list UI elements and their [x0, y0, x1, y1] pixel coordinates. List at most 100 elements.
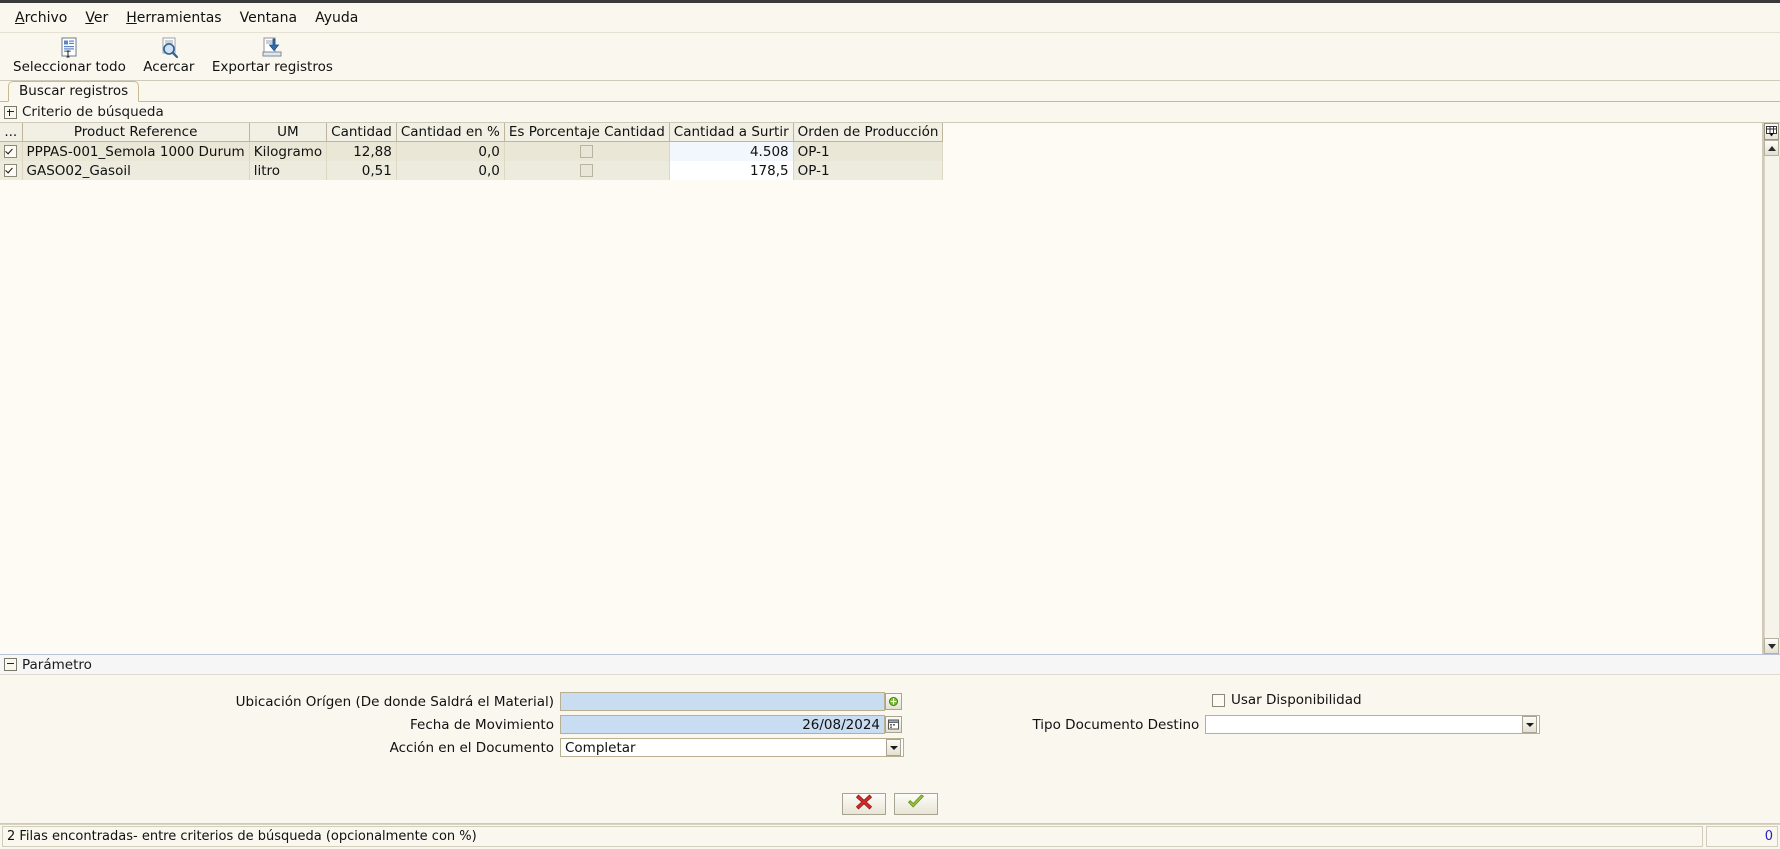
toolbar-label-exportar-registros: Exportar registros [211, 59, 333, 75]
scroll-down-button[interactable] [1764, 638, 1779, 654]
ok-button[interactable] [894, 793, 938, 815]
menu-label-archivo: rchivo [24, 9, 68, 26]
menu-label-ventana: Ventana [239, 9, 298, 26]
input-ubicacion-origen[interactable] [560, 692, 885, 711]
field-fecha-movimiento: Fecha de Movimiento [0, 715, 905, 734]
cell-orden: OP-1 [793, 161, 944, 180]
menu-label-herramientas: erramientas [136, 9, 222, 26]
cancel-icon [854, 792, 874, 816]
cell-es_porcentaje[interactable] [504, 161, 670, 180]
toolbar-label-seleccionar-todo: Seleccionar todo [13, 59, 126, 75]
dialog-button-bar [0, 785, 1780, 824]
criterio-busqueda-label: Criterio de búsqueda [22, 104, 164, 120]
column-header-es_porcentaje[interactable]: Es Porcentaje Cantidad [504, 123, 670, 142]
label-tipo-documento-destino: Tipo Documento Destino [1032, 716, 1200, 733]
records-table: ... Product Reference UM Cantidad Cantidad e… [0, 123, 944, 180]
records-grid-area: ... Product Reference UM Cantidad Cantidad e… [0, 122, 1780, 654]
toolbar-button-seleccionar-todo[interactable]: Seleccionar todo [5, 33, 134, 75]
cell-es_porcentaje[interactable] [504, 141, 670, 161]
tab-strip: Buscar registros [0, 81, 1780, 102]
parametro-title: Parámetro [22, 656, 92, 673]
cell-product: PPPAS-001_Semola 1000 Durum [22, 141, 250, 161]
column-header-orden[interactable]: Orden de Producción [793, 123, 944, 142]
column-header-cantidad[interactable]: Cantidad [326, 123, 397, 142]
table-row[interactable]: GASO02_Gasoil litro 0,51 0,0 178,5 OP-1 [0, 161, 944, 180]
es-porcentaje-checkbox[interactable] [580, 145, 594, 158]
menu-label-ver: er [93, 9, 109, 26]
menu-item-ventana[interactable]: Ventana [231, 7, 307, 29]
grid-vertical-scrollbar[interactable] [1763, 123, 1780, 654]
expand-criterio-icon[interactable] [4, 105, 17, 119]
column-header-sel[interactable]: ... [0, 123, 23, 142]
application-window: Archivo Ver Herramientas Ventana Ayuda S… [0, 0, 1780, 849]
menu-label-ayuda: Ayuda [315, 9, 359, 26]
column-header-um[interactable]: UM [249, 123, 328, 142]
row-select-checkbox[interactable] [4, 164, 18, 177]
cell-cantidad: 0,51 [326, 161, 397, 180]
label-fecha-movimiento: Fecha de Movimiento [409, 716, 554, 733]
row-select-checkbox[interactable] [4, 145, 18, 158]
cell-cantidad_pct: 0,0 [396, 141, 505, 161]
input-fecha-movimiento[interactable] [560, 715, 885, 734]
ok-icon [906, 792, 926, 816]
status-bar: 2 Filas encontradas- entre criterios de … [0, 824, 1780, 849]
zoom-icon [157, 35, 181, 59]
criterio-busqueda-section[interactable]: Criterio de búsqueda [0, 102, 1780, 122]
cell-um: litro [249, 161, 328, 180]
location-picker-button[interactable] [885, 693, 902, 710]
parametro-form: Ubicación Orígen (De donde Saldrá el Mat… [0, 674, 1780, 785]
cell-cantidad_surtir: 178,5 [669, 161, 794, 180]
label-usar-disponibilidad: Usar Disponibilidad [1231, 692, 1362, 708]
field-usar-disponibilidad[interactable]: Usar Disponibilidad [1212, 692, 1362, 708]
chevron-down-icon[interactable] [1522, 716, 1537, 733]
records-grid: ... Product Reference UM Cantidad Cantidad e… [0, 123, 1763, 654]
scroll-up-button[interactable] [1764, 140, 1779, 156]
menu-bar: Archivo Ver Herramientas Ventana Ayuda [0, 3, 1780, 33]
select-tipo-documento-destino[interactable] [1205, 715, 1540, 734]
status-counter: 0 [1706, 826, 1778, 847]
menu-item-ver[interactable]: Ver [76, 7, 117, 29]
es-porcentaje-checkbox[interactable] [580, 164, 594, 177]
label-accion-documento: Acción en el Documento [389, 739, 554, 756]
column-header-product[interactable]: Product Reference [22, 123, 250, 142]
cell-product: GASO02_Gasoil [22, 161, 250, 180]
select-accion-documento[interactable]: Completar [560, 738, 904, 757]
cell-cantidad_surtir: 4.508 [669, 141, 794, 161]
field-accion-documento: Acción en el Documento Completar [0, 738, 905, 757]
cell-cantidad_pct: 0,0 [396, 161, 505, 180]
column-header-cantidad_surtir[interactable]: Cantidad a Surtir [669, 123, 794, 142]
table-row[interactable]: PPPAS-001_Semola 1000 Durum Kilogramo 12,8… [0, 141, 944, 161]
tab-buscar-registros[interactable]: Buscar registros [8, 81, 140, 102]
status-message: 2 Filas encontradas- entre criterios de … [2, 826, 1703, 847]
select-all-icon [57, 35, 81, 59]
label-ubicacion-origen: Ubicación Orígen (De donde Saldrá el Mat… [235, 693, 554, 710]
tab-label-buscar-registros: Buscar registros [19, 83, 129, 99]
cell-um: Kilogramo [249, 141, 328, 161]
column-picker-icon[interactable] [1764, 123, 1779, 140]
chevron-up-icon [1767, 145, 1776, 151]
toolbar: Seleccionar todo Acercar Exportar regist… [0, 33, 1780, 81]
toolbar-button-exportar-registros[interactable]: Exportar registros [204, 33, 341, 75]
export-icon [260, 35, 284, 59]
chevron-down-icon [1767, 643, 1776, 649]
collapse-parametro-icon[interactable] [4, 658, 17, 671]
field-ubicacion-origen: Ubicación Orígen (De donde Saldrá el Mat… [0, 692, 905, 711]
cell-orden: OP-1 [793, 141, 944, 161]
toolbar-button-acercar[interactable]: Acercar [134, 33, 204, 75]
table-header-row: ... Product Reference UM Cantidad Cantidad e… [0, 123, 944, 142]
menu-item-ayuda[interactable]: Ayuda [306, 7, 367, 29]
scroll-track[interactable] [1764, 156, 1780, 638]
chevron-down-icon[interactable] [886, 739, 901, 756]
select-accion-documento-value: Completar [565, 739, 636, 756]
parametro-section-header[interactable]: Parámetro [0, 654, 1780, 674]
menu-item-archivo[interactable]: Archivo [6, 7, 76, 29]
field-tipo-documento-destino: Tipo Documento Destino [900, 715, 1540, 734]
column-header-cantidad_pct[interactable]: Cantidad en % [396, 123, 505, 142]
cell-sel[interactable] [0, 161, 23, 180]
checkbox-usar-disponibilidad[interactable] [1212, 693, 1225, 707]
cancel-button[interactable] [842, 793, 886, 815]
toolbar-label-acercar: Acercar [143, 59, 195, 75]
cell-cantidad: 12,88 [326, 141, 397, 161]
menu-item-herramientas[interactable]: Herramientas [117, 7, 230, 29]
cell-sel[interactable] [0, 141, 23, 161]
